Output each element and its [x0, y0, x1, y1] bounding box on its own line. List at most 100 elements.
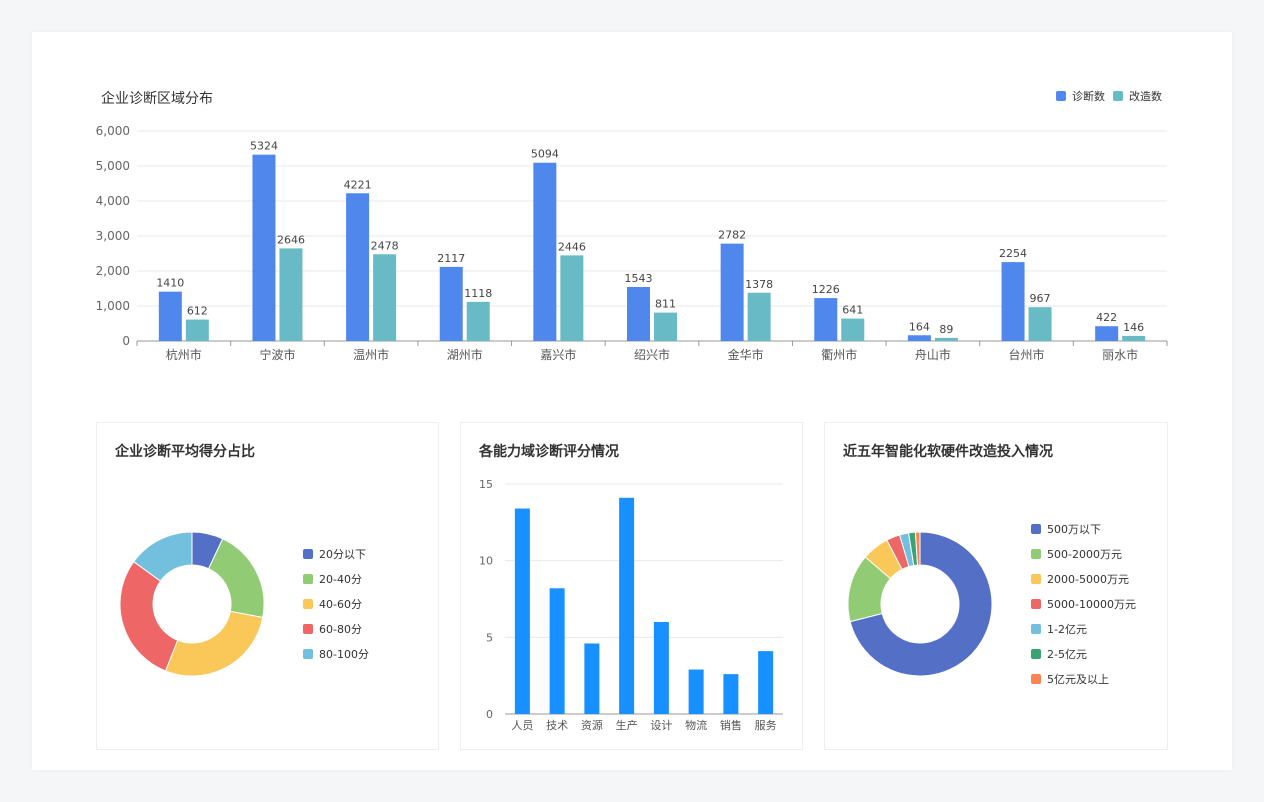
region-data-label: 1378: [745, 278, 773, 291]
investment-legend-item[interactable]: 2000-5000万元: [1031, 566, 1136, 591]
region-bar-renovation: [934, 337, 958, 341]
score-slice: [164, 610, 264, 677]
region-data-label: 967: [1030, 292, 1051, 305]
region-y-tick: 0: [122, 334, 130, 348]
region-bar-renovation: [466, 301, 490, 341]
investment-legend-item[interactable]: 5亿元及以上: [1031, 666, 1136, 691]
investment-donut-chart: [847, 531, 993, 677]
region-bar-diagnosis: [627, 286, 650, 341]
region-bar-diagnosis: [533, 162, 557, 341]
region-bar-renovation: [841, 318, 865, 341]
capability-bar: [584, 643, 600, 714]
investment-legend-item[interactable]: 5000-10000万元: [1031, 591, 1136, 616]
region-data-label: 2446: [558, 240, 586, 253]
capability-y-tick: 10: [479, 555, 493, 568]
investment-legend-item[interactable]: 1-2亿元: [1031, 616, 1136, 641]
investment-legend-swatch: [1031, 548, 1041, 559]
region-data-label: 5324: [250, 140, 278, 153]
region-y-tick: 6,000: [96, 124, 130, 138]
capability-x-label: 生产: [616, 718, 638, 732]
score-donut-chart: [119, 531, 265, 677]
region-data-label: 5094: [531, 148, 559, 161]
dashboard-card: 企业诊断区域分布 诊断数 改造数 0 1,000 2,000 3,000 4,000 5,…: [32, 32, 1232, 770]
region-data-label: 2646: [277, 233, 305, 246]
investment-legend-item[interactable]: 2-5亿元: [1031, 641, 1136, 666]
region-data-label: 2254: [999, 247, 1027, 260]
investment-panel: 近五年智能化软硬件改造投入情况 500万以下 500-2000万元 2000-500…: [824, 422, 1168, 750]
region-data-label: 811: [655, 298, 676, 311]
investment-legend-swatch: [1031, 648, 1041, 659]
investment-legend-swatch: [1031, 598, 1041, 609]
investment-legend-swatch: [1031, 623, 1041, 634]
score-slice: [119, 560, 179, 672]
score-ratio-panel: 企业诊断平均得分占比 20分以下 20-40分 40-60分 60-80分 80-100…: [96, 422, 439, 750]
score-legend-item[interactable]: 20-40分: [303, 566, 369, 591]
region-y-tick: 1,000: [96, 299, 130, 313]
region-y-tick: 5,000: [96, 159, 130, 173]
investment-legend-label: 500-2000万元: [1047, 547, 1122, 561]
region-bar-renovation: [279, 248, 303, 341]
region-bar-diagnosis: [158, 291, 182, 341]
region-data-label: 1410: [156, 277, 184, 290]
investment-legend-label: 5亿元及以上: [1047, 672, 1109, 686]
region-bar-renovation: [1122, 335, 1146, 341]
score-slice: [207, 538, 265, 619]
score-legend-item[interactable]: 40-60分: [303, 591, 369, 616]
capability-y-tick: 0: [486, 708, 493, 721]
region-x-label: 衢州市: [821, 347, 857, 362]
region-bar-diagnosis: [907, 335, 931, 341]
region-x-label: 嘉兴市: [540, 347, 576, 362]
capability-bar: [619, 497, 635, 714]
capability-x-label: 设计: [650, 719, 672, 732]
score-legend-swatch: [303, 648, 313, 659]
region-x-label: 宁波市: [259, 347, 295, 362]
score-legend-swatch: [303, 598, 313, 609]
capability-bar: [758, 651, 774, 714]
region-bar-renovation: [654, 312, 677, 341]
investment-legend-label: 5000-10000万元: [1047, 597, 1136, 611]
investment-legend-item[interactable]: 500-2000万元: [1031, 541, 1136, 566]
investment-legend-swatch: [1031, 673, 1041, 684]
capability-x-label: 技术: [546, 719, 568, 732]
region-bar-diagnosis: [814, 298, 838, 341]
region-data-label: 4221: [344, 178, 372, 191]
region-bar-renovation: [747, 292, 771, 341]
capability-bar: [653, 622, 669, 714]
capability-x-label: 物流: [685, 718, 707, 732]
investment-legend-label: 2-5亿元: [1047, 647, 1087, 661]
capability-bar-chart: 0 5 10 15 人员 技术 资源 生产 设计 物流 销售 服务: [479, 478, 783, 732]
region-x-label: 温州市: [353, 347, 389, 362]
region-bar-diagnosis: [439, 266, 463, 341]
region-data-label: 422: [1096, 311, 1117, 324]
region-data-label: 2782: [718, 229, 746, 242]
investment-legend-item[interactable]: 500万以下: [1031, 516, 1136, 541]
region-y-tick: 2,000: [96, 264, 130, 278]
region-y-tick: 4,000: [96, 194, 130, 208]
region-bar-diagnosis: [346, 193, 370, 341]
score-legend-label: 80-100分: [319, 647, 369, 661]
region-y-tick: 3,000: [96, 229, 130, 243]
region-data-label: 1118: [464, 287, 492, 300]
score-legend-item[interactable]: 60-80分: [303, 616, 369, 641]
investment-legend: 500万以下 500-2000万元 2000-5000万元 5000-10000万元 1…: [1031, 516, 1136, 691]
score-legend-label: 20分以下: [319, 547, 366, 561]
region-bar-renovation: [1028, 307, 1052, 341]
investment-legend-swatch: [1031, 523, 1041, 534]
investment-legend-label: 2000-5000万元: [1047, 572, 1129, 586]
score-legend-item[interactable]: 20分以下: [303, 541, 369, 566]
region-data-label: 1543: [625, 272, 653, 285]
investment-legend-label: 1-2亿元: [1047, 622, 1087, 636]
region-data-label: 2478: [371, 239, 399, 252]
score-legend-label: 20-40分: [319, 572, 362, 586]
region-data-label: 2117: [437, 252, 465, 265]
region-bar-renovation: [560, 255, 584, 341]
investment-legend-swatch: [1031, 573, 1041, 584]
score-legend-label: 60-80分: [319, 622, 362, 636]
score-legend-item[interactable]: 80-100分: [303, 641, 369, 666]
score-legend-swatch: [303, 573, 313, 584]
region-x-label: 台州市: [1009, 347, 1045, 362]
region-data-label: 164: [909, 320, 930, 333]
capability-x-label: 人员: [511, 719, 533, 732]
region-bar-renovation: [185, 319, 209, 341]
investment-legend-label: 500万以下: [1047, 522, 1101, 536]
